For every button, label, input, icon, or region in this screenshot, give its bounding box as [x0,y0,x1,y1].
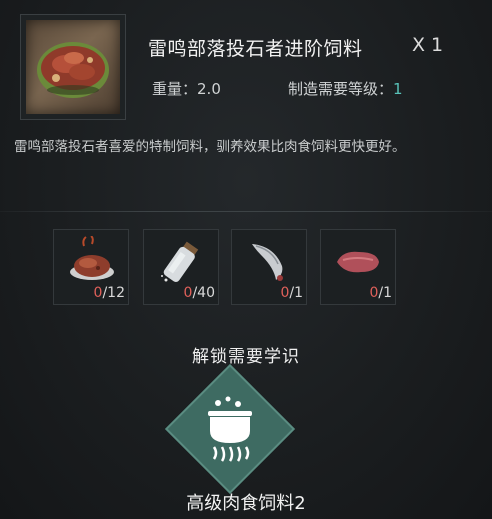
cauldron-icon [208,396,252,462]
craft-level-value: 1 [393,80,403,98]
craft-level-stat: 制造需要等级：1 [288,78,403,99]
section-divider [0,211,492,212]
meat-feed-icon [26,20,120,114]
item-tooltip-panel: 雷鸣部落投石者进阶饲料 X 1 重量：2.0 制造需要等级：1 雷鸣部落投石者喜… [0,0,492,519]
material-slot[interactable]: 0/12 [53,229,129,305]
item-icon-frame [20,14,126,120]
unlock-requirement-title: 解锁需要学识 [192,347,300,367]
material-need: /1 [378,285,392,301]
material-slot[interactable]: 0/1 [231,229,307,305]
material-count: 0/1 [369,285,392,301]
material-slot[interactable]: 0/40 [143,229,219,305]
item-name: 雷鸣部落投石者进阶饲料 [148,38,363,60]
craft-level-label: 制造需要等级： [288,80,394,98]
item-quantity: X 1 [412,34,444,56]
material-slot[interactable]: 0/1 [320,229,396,305]
cooked-meat-icon [70,236,114,280]
weight-label: 重量： [152,80,198,98]
raw-liver-icon [337,251,379,273]
material-need: /12 [102,285,125,301]
weight-value: 2.0 [197,80,221,98]
material-need: /1 [289,285,303,301]
material-count: 0/1 [280,285,303,301]
unlock-recipe-name: 高级肉食饲料2 [186,493,306,514]
fang-icon [252,244,283,281]
material-count: 0/12 [94,285,125,301]
salt-bottle-icon [161,241,199,282]
item-description: 雷鸣部落投石者喜爱的特制饲料，驯养效果比肉食饲料更快更好。 [14,139,406,155]
material-need: /40 [192,285,215,301]
weight-stat: 重量：2.0 [152,78,221,99]
material-count: 0/40 [184,285,215,301]
